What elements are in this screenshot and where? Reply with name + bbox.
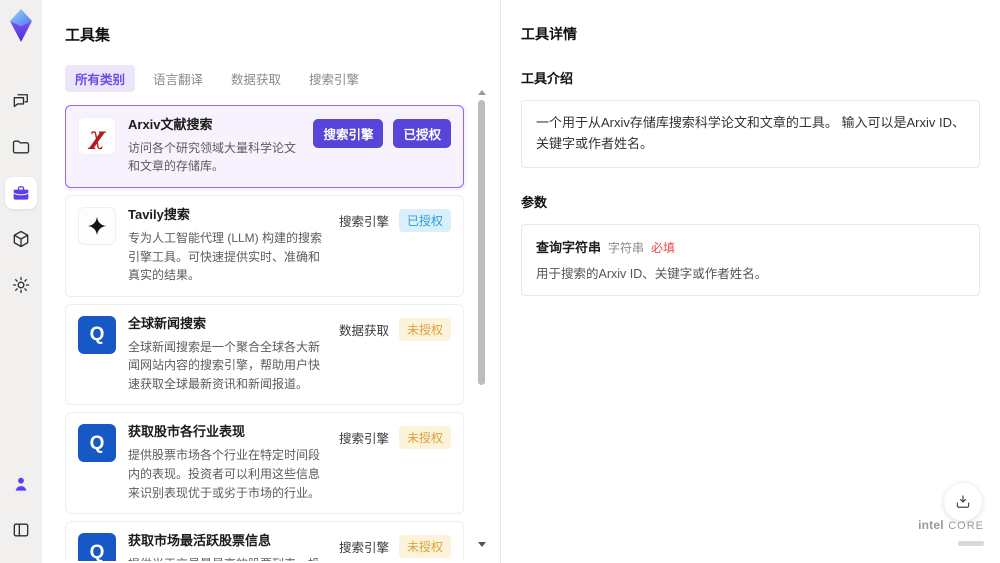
sidebar-item-account[interactable] [5,468,37,500]
tool-text: 获取市场最活跃股票信息 提供当天交易量最高的股票列表。投资者可以利用这些信息来识… [116,533,339,561]
tool-icon: Q [78,533,116,561]
tool-name: Arxiv文献搜索 [128,117,213,132]
tool-description: 提供股票市场各个行业在特定时间段内的表现。投资者可以利用这些信息来识别表现优于或… [128,448,321,500]
param-type: 字符串 [608,240,645,255]
tool-meta: 搜索引擎 已授权 [338,209,451,233]
scrollbar-thumb[interactable] [478,100,485,385]
panel-toggle-icon [13,523,29,537]
tool-status-badge: 未授权 [398,426,451,450]
app-logo [10,9,32,42]
tool-status-badge: 未授权 [398,535,451,559]
tool-icon: χ [78,117,116,155]
user-icon [15,477,27,491]
sidebar-item-settings[interactable] [5,269,37,301]
sidebar-item-chat[interactable] [5,85,37,117]
tool-text: Tavily搜索 专为人工智能代理 (LLM) 构建的搜索引擎工具。可快速提供实… [116,207,339,285]
tool-icon: Q [78,424,116,463]
tool-detail-pane: 工具详情 工具介绍 一个用于从Arxiv存储库搜索科学论文和文章的工具。 输入可… [500,0,1000,563]
tool-list: χ Arxiv文献搜索 访问各个研究领域大量科学论文和文章的存储库。 搜索引擎 … [65,105,478,561]
icon-rail [0,0,42,563]
category-tab[interactable]: 语言翻译 [143,65,213,92]
tool-list-item[interactable]: Q 获取股市各行业表现 提供股票市场各个行业在特定时间段内的表现。投资者可以利用… [65,412,464,515]
tool-category-label: 搜索引擎 [313,119,384,148]
tool-list-item[interactable]: Q 获取市场最活跃股票信息 提供当天交易量最高的股票列表。投资者可以利用这些信息… [65,521,464,561]
tool-name: Tavily搜索 [128,207,190,223]
tool-description: 专为人工智能代理 (LLM) 构建的搜索引擎工具。可快速提供实时、准确和真实的结… [128,230,323,283]
tool-description: 访问各个研究领域大量科学论文和文章的存储库。 [128,140,297,174]
tool-category-label: 搜索引擎 [338,215,389,230]
intro-text: 一个用于从Arxiv存储库搜索科学论文和文章的工具。 输入可以是Arxiv ID… [536,115,966,151]
intro-box: 一个用于从Arxiv存储库搜索科学论文和文章的工具。 输入可以是Arxiv ID… [521,100,980,168]
tool-list-item[interactable]: χ Arxiv文献搜索 访问各个研究领域大量科学论文和文章的存储库。 搜索引擎 … [65,105,464,189]
tool-text: Arxiv文献搜索 访问各个研究领域大量科学论文和文章的存储库。 [116,117,313,176]
tool-meta: 数据获取 未授权 [338,317,451,341]
intel-core-logo: intel core [918,516,984,551]
param-description: 用于搜索的Arxiv ID、关键字或作者姓名。 [536,266,768,281]
detail-title: 工具详情 [521,26,577,42]
scroll-up-arrow[interactable] [478,90,486,95]
tool-description: 提供当天交易量最高的股票列表。投资者可以利用这些信息来识别流动性强的股票和潜在的… [128,555,329,561]
page-title: 工具集 [65,27,111,44]
tool-meta: 搜索引擎 未授权 [338,535,451,559]
sidebar-item-tools[interactable] [5,177,37,209]
package-icon [13,230,29,248]
download-icon [956,495,970,508]
tool-icon: Q [78,315,116,354]
tool-status-badge: 已授权 [393,119,451,148]
intro-heading: 工具介绍 [521,71,574,86]
sidebar-item-collapse[interactable] [5,514,37,546]
tool-status-badge: 未授权 [398,317,451,341]
tool-name: 获取股市各行业表现 [128,424,246,440]
gear-icon [12,276,30,294]
param-box: 查询字符串 字符串 必填 用于搜索的Arxiv ID、关键字或作者姓名。 [521,223,980,297]
tool-category-label: 搜索引擎 [338,541,389,556]
tool-name: 获取市场最活跃股票信息 [128,533,272,549]
category-tab[interactable]: 搜索引擎 [299,65,369,92]
param-header: 查询字符串 字符串 必填 [536,237,965,256]
tool-meta: 搜索引擎 已授权 [313,119,451,148]
sidebar-item-files[interactable] [5,131,37,163]
param-required-badge: 必填 [651,240,676,255]
brand-core: core [948,519,984,532]
scroll-down-arrow[interactable] [478,542,486,547]
tool-list-item[interactable]: Tavily搜索 专为人工智能代理 (LLM) 构建的搜索引擎工具。可快速提供实… [65,195,464,297]
tool-list-item[interactable]: Q 全球新闻搜索 全球新闻搜索是一个聚合全球各大新闻网站内容的搜索引擎，帮助用户… [65,303,464,406]
category-tab[interactable]: 数据获取 [221,65,291,92]
category-tab[interactable]: 所有类别 [65,65,136,92]
brand-sub-mark [958,541,984,547]
tool-name: 全球新闻搜索 [128,315,207,331]
param-name: 查询字符串 [536,239,602,255]
tool-description: 全球新闻搜索是一个聚合全球各大新闻网站内容的搜索引擎，帮助用户快速获取全球最新资… [128,339,321,391]
params-heading: 参数 [521,194,548,210]
toolbox-icon [13,186,29,200]
scrollbar[interactable] [477,88,486,549]
chat-icon [13,94,28,108]
sidebar-item-packages[interactable] [5,223,37,255]
brand-intel: intel [918,517,944,532]
tool-icon [78,207,116,246]
tool-list-pane: 工具集 所有类别 语言翻译 数据获取 搜索引擎 χ Arxiv文献搜索 访问各个… [42,0,500,563]
tool-status-badge: 已授权 [398,209,451,233]
category-tabs: 所有类别 语言翻译 数据获取 搜索引擎 [65,65,478,92]
tool-text: 获取股市各行业表现 提供股票市场各个行业在特定时间段内的表现。投资者可以利用这些… [116,424,339,502]
tool-category-label: 搜索引擎 [338,432,389,447]
tool-category-label: 数据获取 [338,323,389,338]
tool-meta: 搜索引擎 未授权 [338,426,451,450]
tool-text: 全球新闻搜索 全球新闻搜索是一个聚合全球各大新闻网站内容的搜索引擎，帮助用户快速… [116,316,339,394]
folder-icon [12,140,30,154]
